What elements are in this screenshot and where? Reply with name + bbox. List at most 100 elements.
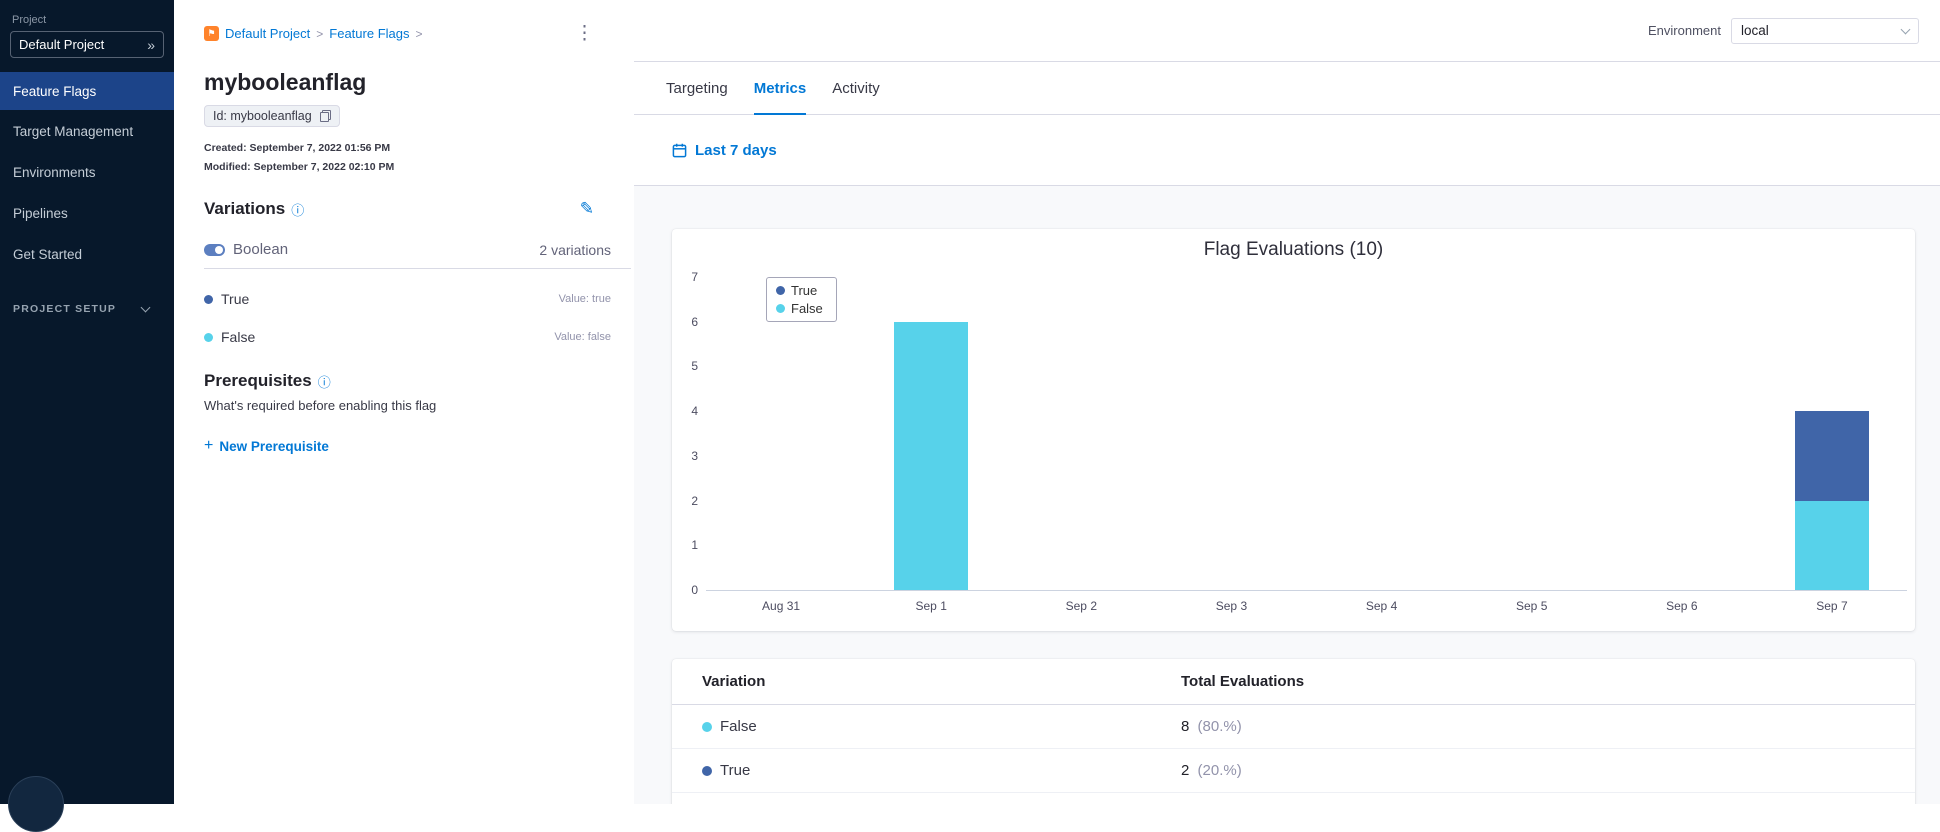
new-prerequisite-button[interactable]: + New Prerequisite: [204, 437, 329, 455]
table-cell-percentage: (20.%): [1197, 762, 1242, 779]
feature-flag-module-icon: ⚑: [204, 26, 219, 41]
flag-id-chip[interactable]: Id: mybooleanflag: [204, 105, 340, 127]
table-cell-percentage: (80.%): [1197, 718, 1242, 735]
sidebar-item-environments[interactable]: Environments: [0, 152, 174, 193]
variation-type-row: Boolean 2 variations: [204, 241, 634, 258]
project-label: Project: [12, 14, 47, 26]
variations-heading: Variations: [204, 199, 286, 218]
kebab-menu-icon[interactable]: ⋮: [575, 24, 594, 43]
variation-row-false: False Value: false: [204, 329, 634, 345]
sidebar-item-pipelines[interactable]: Pipelines: [0, 193, 174, 234]
environment-header: Environment local: [634, 0, 1940, 62]
sidebar-item-target-management[interactable]: Target Management: [0, 111, 174, 152]
variation-count: 2 variations: [539, 241, 611, 258]
sidebar-section-project-setup[interactable]: PROJECT SETUP: [0, 302, 174, 315]
tab-targeting[interactable]: Targeting: [666, 62, 728, 114]
legend-item-true[interactable]: True: [776, 283, 823, 298]
help-button[interactable]: [8, 776, 64, 832]
y-axis-tick: 1: [691, 538, 698, 553]
bar-segment-true: [1794, 411, 1869, 501]
table-cell-count: 2: [1181, 762, 1190, 779]
table-cell-variation: False: [720, 718, 757, 735]
chevron-down-icon: [1900, 24, 1911, 34]
evaluations-table: Variation Total Evaluations False 8 (80.…: [672, 659, 1915, 804]
created-timestamp: Created: September 7, 2022 01:56 PM: [204, 142, 391, 154]
info-icon[interactable]: ⓘ: [291, 200, 304, 219]
true-variation-dot: [702, 765, 712, 776]
legend-dot: [776, 304, 785, 313]
variation-value: Value: false: [554, 331, 611, 343]
tab-activity[interactable]: Activity: [832, 62, 880, 114]
prerequisites-description: What's required before enabling this fla…: [204, 398, 437, 413]
date-range-selector[interactable]: Last 7 days: [695, 142, 777, 159]
legend-dot: [776, 286, 785, 295]
table-cell-variation: True: [720, 762, 751, 779]
modified-timestamp: Modified: September 7, 2022 02:10 PM: [204, 161, 395, 173]
metrics-body: Flag Evaluations (10) True False 0 1 2 3 4 5 6 7…: [634, 186, 1940, 804]
x-axis-label: Sep 5: [1516, 599, 1548, 613]
tab-metrics[interactable]: Metrics: [753, 62, 806, 115]
flag-evaluations-chart: Flag Evaluations (10) True False 0 1 2 3 4 5 6 7…: [672, 229, 1915, 631]
chart-title: Flag Evaluations (10): [1203, 239, 1384, 260]
y-axis-tick: 2: [691, 493, 698, 508]
x-axis-label: Aug 31: [762, 599, 801, 613]
environment-select[interactable]: local: [1731, 17, 1919, 44]
true-variation-dot: [204, 294, 213, 304]
project-name: Default Project: [19, 37, 105, 52]
flag-id-text: Id: mybooleanflag: [213, 109, 312, 123]
x-axis-label: Sep 4: [1365, 599, 1398, 613]
collapse-icon: »: [147, 36, 155, 53]
table-row: False 8 (80.%): [672, 705, 1915, 749]
edit-variations-icon[interactable]: ✎: [580, 199, 594, 219]
info-icon[interactable]: ⓘ: [318, 372, 331, 391]
sidebar-nav: Feature Flags Target Management Environm…: [0, 72, 174, 275]
main-content: Environment local Targeting Metrics Acti…: [634, 0, 1940, 804]
flag-detail-panel: ⚑ Default Project > Feature Flags > ⋮ my…: [174, 0, 634, 804]
bar-segment-false: [894, 321, 969, 590]
prerequisites-heading: Prerequisites: [204, 371, 312, 390]
variation-name: True: [221, 291, 250, 307]
table-header-total: Total Evaluations: [1181, 673, 1305, 690]
y-axis-tick: 0: [691, 583, 698, 597]
sidebar-item-get-started[interactable]: Get Started: [0, 234, 174, 275]
prerequisites-heading-row: Prerequisites ⓘ: [204, 371, 634, 391]
environment-value: local: [1741, 23, 1769, 38]
variations-heading-row: Variations ⓘ ✎: [204, 199, 634, 219]
breadcrumb-feature-flags-link[interactable]: Feature Flags: [329, 26, 409, 41]
breadcrumb-project-link[interactable]: Default Project: [225, 26, 310, 41]
variation-type: Boolean: [233, 241, 289, 258]
breadcrumb-separator: >: [415, 26, 423, 41]
date-range-row: Last 7 days: [634, 115, 1940, 186]
y-axis-tick: 7: [691, 270, 698, 284]
chart-legend: True False: [766, 277, 837, 322]
calendar-icon: [672, 143, 687, 157]
table-header-variation: Variation: [702, 673, 766, 690]
section-label: PROJECT SETUP: [13, 303, 117, 315]
chevron-down-icon: [140, 302, 151, 313]
copy-icon[interactable]: [319, 110, 331, 122]
environment-label: Environment: [1648, 23, 1721, 38]
flag-meta: Created: September 7, 2022 01:56 PM Modi…: [204, 139, 634, 177]
tabs: Targeting Metrics Activity: [634, 62, 1940, 115]
boolean-type-icon: [204, 243, 225, 256]
y-axis-tick: 3: [691, 448, 698, 463]
x-axis-label: Sep 7: [1816, 599, 1848, 613]
bar-segment-false: [1794, 500, 1869, 590]
flag-title: mybooleanflag: [204, 69, 367, 95]
legend-item-false[interactable]: False: [776, 301, 823, 316]
breadcrumb-separator: >: [316, 26, 324, 41]
variation-value: Value: true: [558, 293, 611, 305]
y-axis-tick: 6: [691, 314, 698, 329]
plus-icon: +: [204, 437, 214, 454]
y-axis-tick: 4: [691, 404, 698, 419]
false-variation-dot: [702, 721, 712, 732]
variation-row-true: True Value: true: [204, 291, 634, 307]
project-selector[interactable]: Default Project »: [10, 31, 164, 58]
table-row: True 2 (20.%): [672, 749, 1915, 793]
table-cell-count: 8: [1181, 718, 1190, 735]
breadcrumb: ⚑ Default Project > Feature Flags > ⋮: [204, 24, 634, 43]
x-axis-label: Sep 6: [1666, 599, 1698, 613]
sidebar-item-feature-flags[interactable]: Feature Flags: [0, 72, 174, 110]
variation-name: False: [221, 329, 256, 345]
chart-plot: True False 0 1 2 3 4 5 6 7 Aug 31 Sep 1 Sep 2 Sep 3 S…: [691, 270, 1907, 613]
